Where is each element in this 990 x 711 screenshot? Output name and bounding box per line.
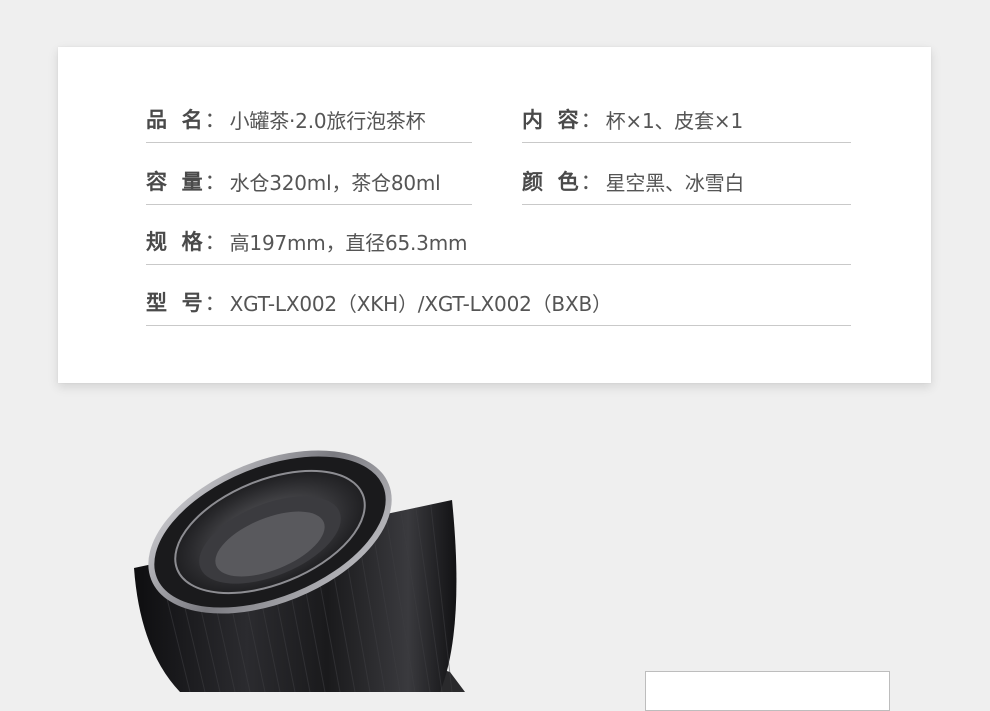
spec-label-model: 型 号 — [146, 291, 203, 315]
spec-row-contents: 内 容 ： 杯×1、皮套×1 — [522, 103, 851, 143]
spec-colon: ： — [204, 170, 226, 194]
spec-card: 品 名 ： 小罐茶·2.0旅行泡茶杯 内 容 ： 杯×1、皮套×1 容 量 ： … — [58, 47, 931, 383]
spec-row-colors: 颜 色 ： 星空黑、冰雪白 — [522, 165, 851, 205]
spec-colon: ： — [580, 108, 602, 132]
spec-value-contents: 杯×1、皮套×1 — [605, 109, 744, 133]
spec-value-name: 小罐茶·2.0旅行泡茶杯 — [229, 109, 426, 133]
spec-value-colors: 星空黑、冰雪白 — [605, 171, 745, 195]
spec-row-model: 型 号 ： XGT-LX002（XKH）/XGT-LX002（BXB） — [146, 286, 851, 326]
spec-label-size: 规 格 — [146, 230, 203, 254]
spec-label-name: 品 名 — [146, 108, 203, 132]
spec-colon: ： — [204, 291, 226, 315]
spec-value-model: XGT-LX002（XKH）/XGT-LX002（BXB） — [229, 292, 612, 316]
product-photo — [134, 450, 465, 692]
spec-value-size: 高197mm，直径65.3mm — [229, 231, 468, 255]
spec-label-colors: 颜 色 — [522, 170, 579, 194]
spec-row-size: 规 格 ： 高197mm，直径65.3mm — [146, 225, 851, 265]
spec-colon: ： — [580, 170, 602, 194]
spec-colon: ： — [204, 108, 226, 132]
spec-value-capacity: 水仓320ml，茶仓80ml — [229, 171, 441, 195]
spec-label-contents: 内 容 — [522, 108, 579, 132]
spec-colon: ： — [204, 230, 226, 254]
spec-row-capacity: 容 量 ： 水仓320ml，茶仓80ml — [146, 165, 472, 205]
spec-label-capacity: 容 量 — [146, 170, 203, 194]
spec-row-name: 品 名 ： 小罐茶·2.0旅行泡茶杯 — [146, 103, 472, 143]
info-box — [645, 671, 890, 711]
